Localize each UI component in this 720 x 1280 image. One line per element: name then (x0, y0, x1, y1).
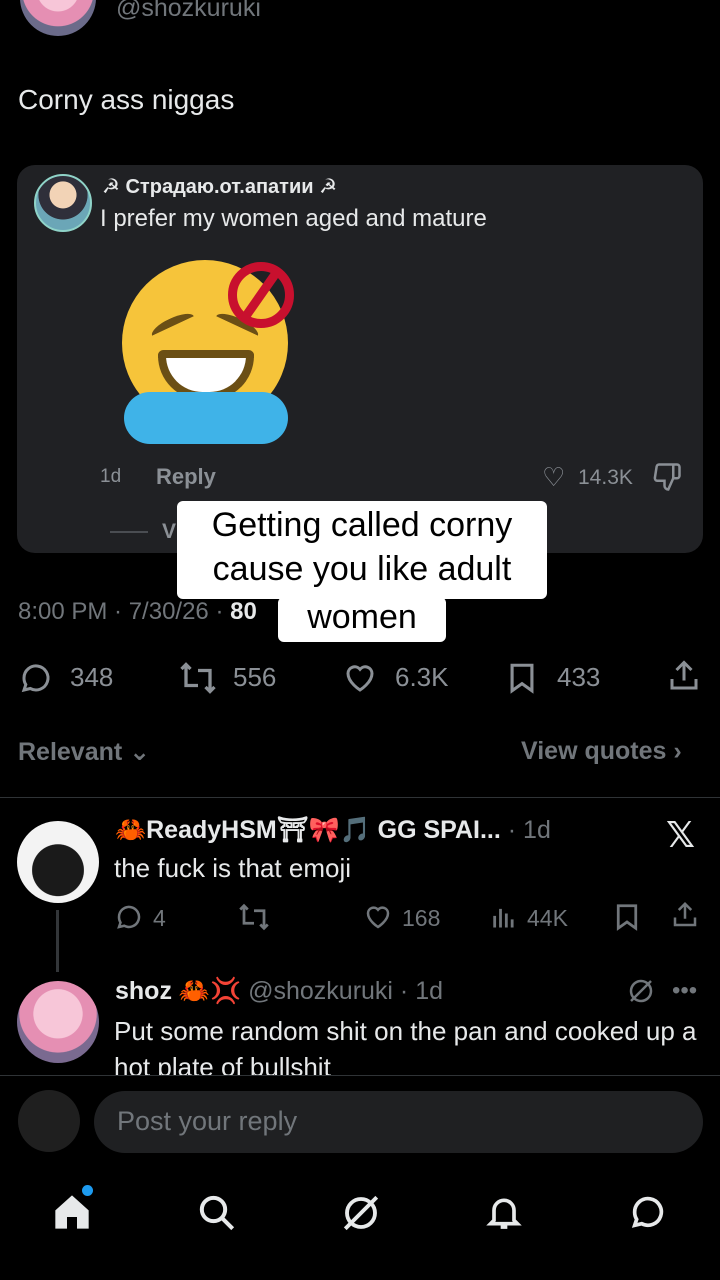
repost-icon (180, 662, 216, 694)
reply-views-count: 44K (527, 905, 568, 931)
reply-like-action[interactable] (362, 902, 394, 937)
caption-line-1: Getting called corny (211, 506, 513, 544)
bookmark-action[interactable] (505, 660, 539, 701)
post-text: Corny ass niggas (18, 84, 235, 115)
reply-author-display-name[interactable]: 🦀ReadyHSM⛩🎀🎵 GG SPAI... (115, 816, 501, 844)
nav-search[interactable] (196, 1192, 236, 1237)
nav-grok[interactable] (340, 1192, 382, 1239)
thread-line (56, 910, 59, 972)
quoted-post-age: 1d (100, 466, 122, 487)
x-logo-icon: 𝕏 (666, 814, 696, 855)
like-count: 6.3K (395, 662, 449, 692)
reply-age: · 1d (500, 816, 551, 844)
reply-comment-count: 4 (153, 905, 166, 931)
reply-avatar[interactable] (17, 821, 99, 903)
sort-relevant-dropdown[interactable]: Relevant ⌄ (18, 737, 150, 767)
notification-dot (82, 1185, 93, 1196)
caption-line-2: cause you like adult (212, 550, 512, 588)
like-action[interactable] (341, 660, 379, 701)
reply-author-display-name[interactable]: shoz (115, 977, 172, 1005)
home-icon (55, 1195, 89, 1229)
post-timestamp: 8:00 PM · 7/30/26 · (18, 598, 231, 625)
nav-home[interactable] (52, 1192, 92, 1237)
repost-action[interactable] (178, 660, 218, 701)
reply-action[interactable] (18, 660, 54, 701)
reply-count: 348 (70, 662, 114, 692)
reply-text: Put some random shit on the pan and cook… (114, 1016, 697, 1077)
bookmark-icon (510, 663, 534, 694)
view-replies-link[interactable]: V (162, 520, 176, 544)
divider (0, 797, 720, 798)
bookmark-count: 433 (557, 662, 601, 692)
reply-author-handle[interactable]: @shozkuruki · 1d (248, 977, 443, 1005)
quoted-reply-button[interactable]: Reply (156, 464, 216, 490)
search-icon (199, 1195, 235, 1231)
heart-icon (346, 665, 374, 692)
quoted-author-avatar[interactable] (34, 174, 92, 232)
post-views-count: 80 (230, 598, 257, 625)
reply-author-name[interactable]: shoz 🦀💢 @shozkuruki · 1d (115, 977, 443, 1006)
reply-share-icon[interactable] (670, 900, 700, 935)
nav-notifications[interactable] (484, 1192, 524, 1237)
reply-text: the fuck is that emoji (114, 853, 351, 883)
author-handle[interactable]: @shozkuruki (116, 0, 261, 23)
heart-icon[interactable]: ♡ (542, 464, 565, 490)
grok-icon (343, 1195, 379, 1231)
dislike-icon[interactable] (652, 462, 682, 499)
bookmark-icon (616, 904, 638, 931)
quoted-like-count: 14.3K (578, 466, 633, 489)
comment-icon (117, 905, 141, 929)
grok-icon[interactable] (626, 976, 656, 1013)
reply-author-name[interactable]: 🦀ReadyHSM⛩🎀🎵 GG SPAI... · 1d (115, 816, 551, 845)
view-quotes-link[interactable]: View quotes › (521, 737, 682, 766)
reply-avatar[interactable] (17, 981, 99, 1063)
bell-icon (486, 1198, 522, 1229)
repost-count: 556 (233, 662, 277, 692)
message-icon (631, 1196, 664, 1228)
quoted-author-name[interactable]: ☭ Страдаю.от.апатии ☭ (102, 174, 337, 199)
caption-line-3: women (278, 597, 446, 642)
reply-input-placeholder: Post your reply (117, 1106, 298, 1136)
post-meta: 8:00 PM · 7/30/26 · 80 (18, 598, 257, 626)
author-avatar[interactable] (20, 0, 96, 36)
heart-icon (366, 906, 390, 929)
emoji-tears (124, 392, 288, 444)
reply-author-badges: 🦀💢 (171, 977, 249, 1005)
more-options-icon[interactable]: ••• (672, 977, 697, 1005)
my-avatar[interactable] (18, 1090, 80, 1152)
quoted-post-text: I prefer my women aged and mature (100, 205, 487, 232)
reply-views-action[interactable] (490, 902, 518, 937)
nav-messages[interactable] (628, 1192, 668, 1237)
reply-comment-action[interactable] (114, 902, 144, 937)
view-replies-line (110, 531, 148, 533)
reply-like-count: 168 (402, 905, 441, 931)
reply-bookmark-action[interactable] (612, 902, 642, 937)
views-chart-icon (493, 908, 514, 928)
reply-repost-action[interactable] (236, 902, 272, 937)
comment-icon (21, 664, 50, 693)
video-caption-box: Getting called corny cause you like adul… (177, 501, 547, 599)
repost-icon (239, 903, 269, 931)
share-icon[interactable] (666, 658, 702, 699)
